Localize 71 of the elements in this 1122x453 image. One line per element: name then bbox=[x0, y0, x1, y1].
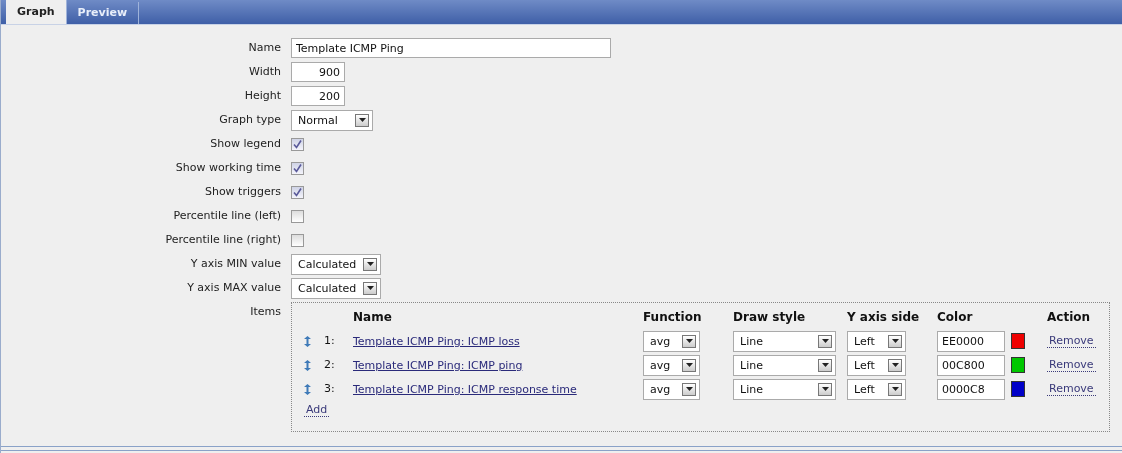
item-link[interactable]: Template ICMP Ping: ICMP response time bbox=[353, 382, 577, 396]
drag-handle-icon[interactable] bbox=[304, 359, 311, 371]
input-field[interactable]: 200 bbox=[291, 86, 345, 106]
row-number: 3: bbox=[324, 381, 336, 397]
column-header: Name bbox=[353, 309, 393, 326]
item-link[interactable]: Template ICMP Ping: ICMP loss bbox=[353, 334, 520, 348]
dropdown[interactable]: Line bbox=[733, 354, 836, 376]
field-label: Show working time bbox=[174, 160, 281, 176]
checkbox[interactable] bbox=[291, 137, 304, 151]
input-field[interactable]: 900 bbox=[291, 62, 345, 82]
caret-icon[interactable] bbox=[682, 382, 696, 396]
input-field[interactable]: EE0000 bbox=[937, 330, 1005, 352]
field-label: Name bbox=[247, 40, 281, 56]
field-label: Width bbox=[248, 64, 281, 80]
caret-icon[interactable] bbox=[888, 358, 902, 372]
input-field[interactable]: 0000C8 bbox=[937, 378, 1005, 400]
item-link[interactable]: Template ICMP Ping: ICMP ping bbox=[353, 358, 523, 372]
dropdown[interactable]: Normal bbox=[291, 109, 373, 131]
field-label: Y axis MAX value bbox=[186, 280, 281, 296]
checkbox[interactable] bbox=[291, 209, 304, 223]
remove-link[interactable]: Remove bbox=[1047, 382, 1096, 396]
caret-icon[interactable] bbox=[888, 334, 902, 348]
dropdown[interactable]: Calculated bbox=[291, 277, 381, 299]
caret-icon[interactable] bbox=[682, 334, 696, 348]
row-number: 2: bbox=[324, 357, 336, 373]
caret-icon[interactable] bbox=[818, 358, 832, 372]
tab[interactable]: Preview bbox=[66, 2, 140, 24]
input-field[interactable]: 00C800 bbox=[937, 354, 1005, 376]
dropdown[interactable]: avg bbox=[643, 354, 700, 376]
field-label: Percentile line (left) bbox=[172, 208, 281, 224]
color-swatch[interactable] bbox=[1011, 381, 1025, 397]
caret-icon[interactable] bbox=[888, 382, 902, 396]
caret-icon[interactable] bbox=[355, 113, 369, 127]
dropdown[interactable]: Left bbox=[847, 378, 906, 400]
column-header: Color bbox=[937, 309, 974, 326]
checkbox[interactable] bbox=[291, 161, 304, 175]
drag-handle-icon[interactable] bbox=[304, 383, 311, 395]
add-link[interactable]: Add bbox=[304, 403, 330, 417]
field-label: Items bbox=[249, 304, 281, 320]
dropdown[interactable]: Line bbox=[733, 330, 836, 352]
caret-icon[interactable] bbox=[818, 382, 832, 396]
field-label: Y axis MIN value bbox=[189, 256, 281, 272]
field-label: Graph type bbox=[218, 112, 281, 128]
caret-icon[interactable] bbox=[363, 257, 377, 271]
field-label: Percentile line (right) bbox=[164, 232, 281, 248]
column-header: Y axis side bbox=[847, 309, 921, 326]
remove-link[interactable]: Remove bbox=[1047, 358, 1096, 372]
checkbox[interactable] bbox=[291, 233, 304, 247]
remove-link[interactable]: Remove bbox=[1047, 334, 1096, 348]
row-number: 1: bbox=[324, 333, 336, 349]
column-header: Draw style bbox=[733, 309, 807, 326]
color-swatch[interactable] bbox=[1011, 357, 1025, 373]
field-label: Height bbox=[243, 88, 281, 104]
tab[interactable]: Graph bbox=[6, 0, 67, 24]
column-header: Action bbox=[1047, 309, 1092, 326]
dropdown[interactable]: Line bbox=[733, 378, 836, 400]
caret-icon[interactable] bbox=[363, 281, 377, 295]
field-label: Show triggers bbox=[203, 184, 281, 200]
caret-icon[interactable] bbox=[682, 358, 696, 372]
color-swatch[interactable] bbox=[1011, 333, 1025, 349]
dropdown[interactable]: avg bbox=[643, 378, 700, 400]
dropdown[interactable]: Calculated bbox=[291, 253, 381, 275]
dropdown[interactable]: Left bbox=[847, 330, 906, 352]
checkbox[interactable] bbox=[291, 185, 304, 199]
column-header: Function bbox=[643, 309, 703, 326]
field-label: Show legend bbox=[209, 136, 281, 152]
dropdown[interactable]: avg bbox=[643, 330, 700, 352]
caret-icon[interactable] bbox=[818, 334, 832, 348]
dropdown[interactable]: Left bbox=[847, 354, 906, 376]
drag-handle-icon[interactable] bbox=[304, 335, 311, 347]
input-field[interactable]: Template ICMP Ping bbox=[291, 38, 611, 58]
